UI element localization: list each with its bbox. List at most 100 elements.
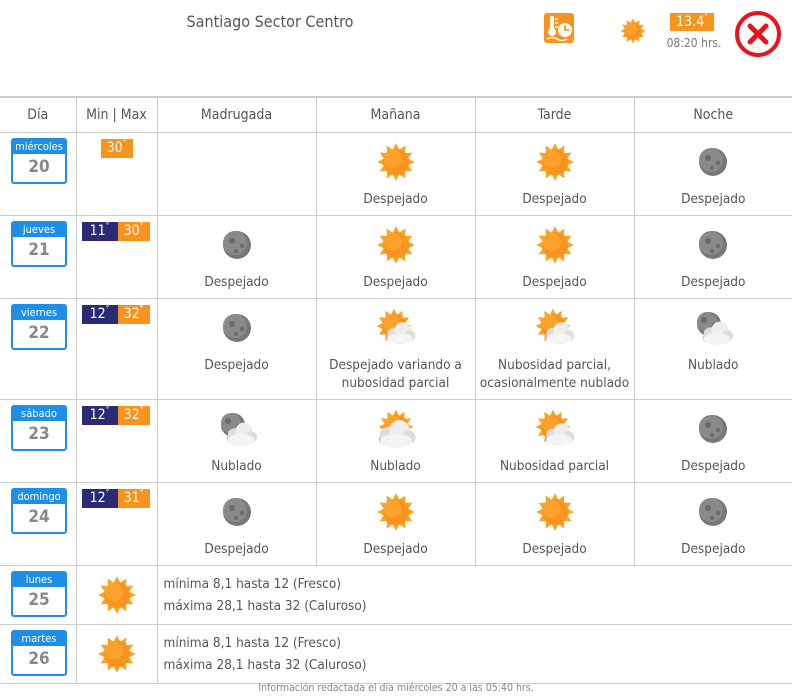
current-temperature: 13.4° <box>670 13 714 31</box>
close-icon[interactable] <box>734 10 782 58</box>
condition-label: Despejado variando a nubosidad parcial <box>329 357 462 391</box>
summary-row: martes 26 mínima 8,1 hasta 12 (Fresco) m… <box>0 624 792 684</box>
sun-icon <box>376 226 415 264</box>
day-cell: domingo 24 <box>0 482 76 566</box>
condition-label: Nubosidad parcial <box>499 458 610 474</box>
col-min-max: Min | Max <box>75 96 157 133</box>
day-badge: sábado 23 <box>11 405 67 451</box>
day-number: 21 <box>28 240 50 260</box>
min-summary: mínima 8,1 hasta 12 (Fresco) <box>163 635 342 651</box>
day-name: jueves <box>13 223 65 237</box>
summary-row: lunes 25 mínima 8,1 hasta 12 (Fresco) má… <box>0 565 792 625</box>
summary-text-cell: mínima 8,1 hasta 12 (Fresco) máxima 28,1… <box>156 624 792 684</box>
day-number: 23 <box>28 424 50 444</box>
location-title: Santiago Sector Centro <box>186 12 354 31</box>
current-temperature-value: 13.4 <box>676 14 705 30</box>
condition-label: Despejado <box>204 357 269 373</box>
col-tarde: Tarde <box>474 96 634 133</box>
min-temp: 12° <box>81 305 118 324</box>
max-temp: 32° <box>117 406 150 425</box>
current-time: 08:20 hrs. <box>666 36 722 50</box>
max-temp: 30° <box>100 139 133 158</box>
min-temp: 12° <box>81 489 118 508</box>
current-sun-icon <box>614 12 652 54</box>
day-name: miércoles <box>13 140 65 154</box>
day-cell: viernes 22 <box>0 298 76 400</box>
max-temp: 31° <box>117 489 150 508</box>
condition-label: Despejado <box>522 274 587 290</box>
day-badge: lunes 25 <box>11 571 67 617</box>
condition-label: Despejado <box>363 274 428 290</box>
day-name: domingo <box>13 490 65 504</box>
day-number: 25 <box>28 590 50 610</box>
minmax-badge: 12° 32° <box>81 305 150 324</box>
period-cell: Despejado <box>156 215 316 299</box>
period-cell: Nublado <box>156 399 316 483</box>
col-dia: Día <box>0 96 76 133</box>
period-cell: Despejado <box>633 482 792 566</box>
day-cell: lunes 25 <box>0 565 76 625</box>
summary-text-cell: mínima 8,1 hasta 12 (Fresco) máxima 28,1… <box>156 565 792 625</box>
sun-icon <box>535 493 574 531</box>
condition-label: Despejado <box>681 191 746 207</box>
forecast-row: sábado 23 12° 32° Nublado Nublado Nubosi… <box>0 399 792 483</box>
minmax-cell: 11° 30° <box>75 215 157 299</box>
condition-label: Nubosidad parcial, ocasionalmente nublad… <box>479 357 630 391</box>
col-manana: Mañana <box>315 96 475 133</box>
moon-cloud-icon <box>220 413 257 446</box>
forecast-row: viernes 22 12° 32° Despejado Despejado v… <box>0 298 792 400</box>
period-cell: Despejado <box>474 215 634 299</box>
col-madrugada: Madrugada <box>156 96 316 133</box>
min-temp: 12° <box>81 406 118 425</box>
day-number: 20 <box>28 157 50 177</box>
max-temp: 32° <box>117 305 150 324</box>
minmax-cell: 12° 32° <box>75 298 157 400</box>
period-cell: Despejado variando a nubosidad parcial <box>315 298 475 400</box>
sun-icon <box>97 635 136 673</box>
day-badge: domingo 24 <box>11 488 67 534</box>
col-noche: Noche <box>633 96 792 133</box>
period-cell: Nubosidad parcial <box>474 399 634 483</box>
forecast-table: Día Min | Max Madrugada Mañana Tarde Noc… <box>0 96 792 684</box>
footer-note: Información redactada el día miércoles 2… <box>258 682 534 694</box>
sun-cloud-icon <box>535 308 574 344</box>
day-cell: miércoles 20 <box>0 132 76 216</box>
condition-label: Despejado <box>204 274 269 290</box>
day-name: sábado <box>13 407 65 421</box>
minmax-cell: 12° 32° <box>75 399 157 483</box>
period-cell: Despejado <box>474 132 634 216</box>
close-button[interactable] <box>734 10 782 58</box>
condition-label: Despejado <box>363 191 428 207</box>
condition-label: Nublado <box>211 458 262 474</box>
period-cell <box>156 132 316 216</box>
forecast-row: domingo 24 12° 31° Despejado Despejado D… <box>0 482 792 566</box>
minmax-badge: 12° 32° <box>81 406 150 425</box>
summary-icon-cell <box>75 624 157 684</box>
sun-icon <box>376 493 415 531</box>
moon-icon <box>699 148 728 176</box>
period-cell: Despejado <box>315 482 475 566</box>
day-badge: viernes 22 <box>11 304 67 350</box>
day-number: 24 <box>28 507 50 527</box>
condition-label: Despejado <box>522 191 587 207</box>
condition-label: Despejado <box>363 541 428 557</box>
max-summary: máxima 28,1 hasta 32 (Caluroso) <box>163 598 367 614</box>
max-temp: 30° <box>117 222 150 241</box>
moon-cloud-icon <box>697 312 734 345</box>
sun-icon <box>376 143 415 181</box>
day-name: lunes <box>13 573 65 587</box>
thermometer-clock-icon <box>544 13 574 43</box>
period-cell: Nublado <box>315 399 475 483</box>
sun-cloud-icon <box>376 308 415 344</box>
sun-icon <box>97 576 136 614</box>
period-cell: Despejado <box>633 215 792 299</box>
period-cell: Despejado <box>633 399 792 483</box>
sun-icon <box>535 226 574 264</box>
day-cell: sábado 23 <box>0 399 76 483</box>
moon-icon <box>699 231 728 259</box>
forecast-row: jueves 21 11° 30° Despejado Despejado De… <box>0 215 792 299</box>
day-number: 22 <box>28 323 50 343</box>
day-cell: martes 26 <box>0 624 76 684</box>
condition-label: Nublado <box>688 357 739 373</box>
period-cell: Despejado <box>315 215 475 299</box>
